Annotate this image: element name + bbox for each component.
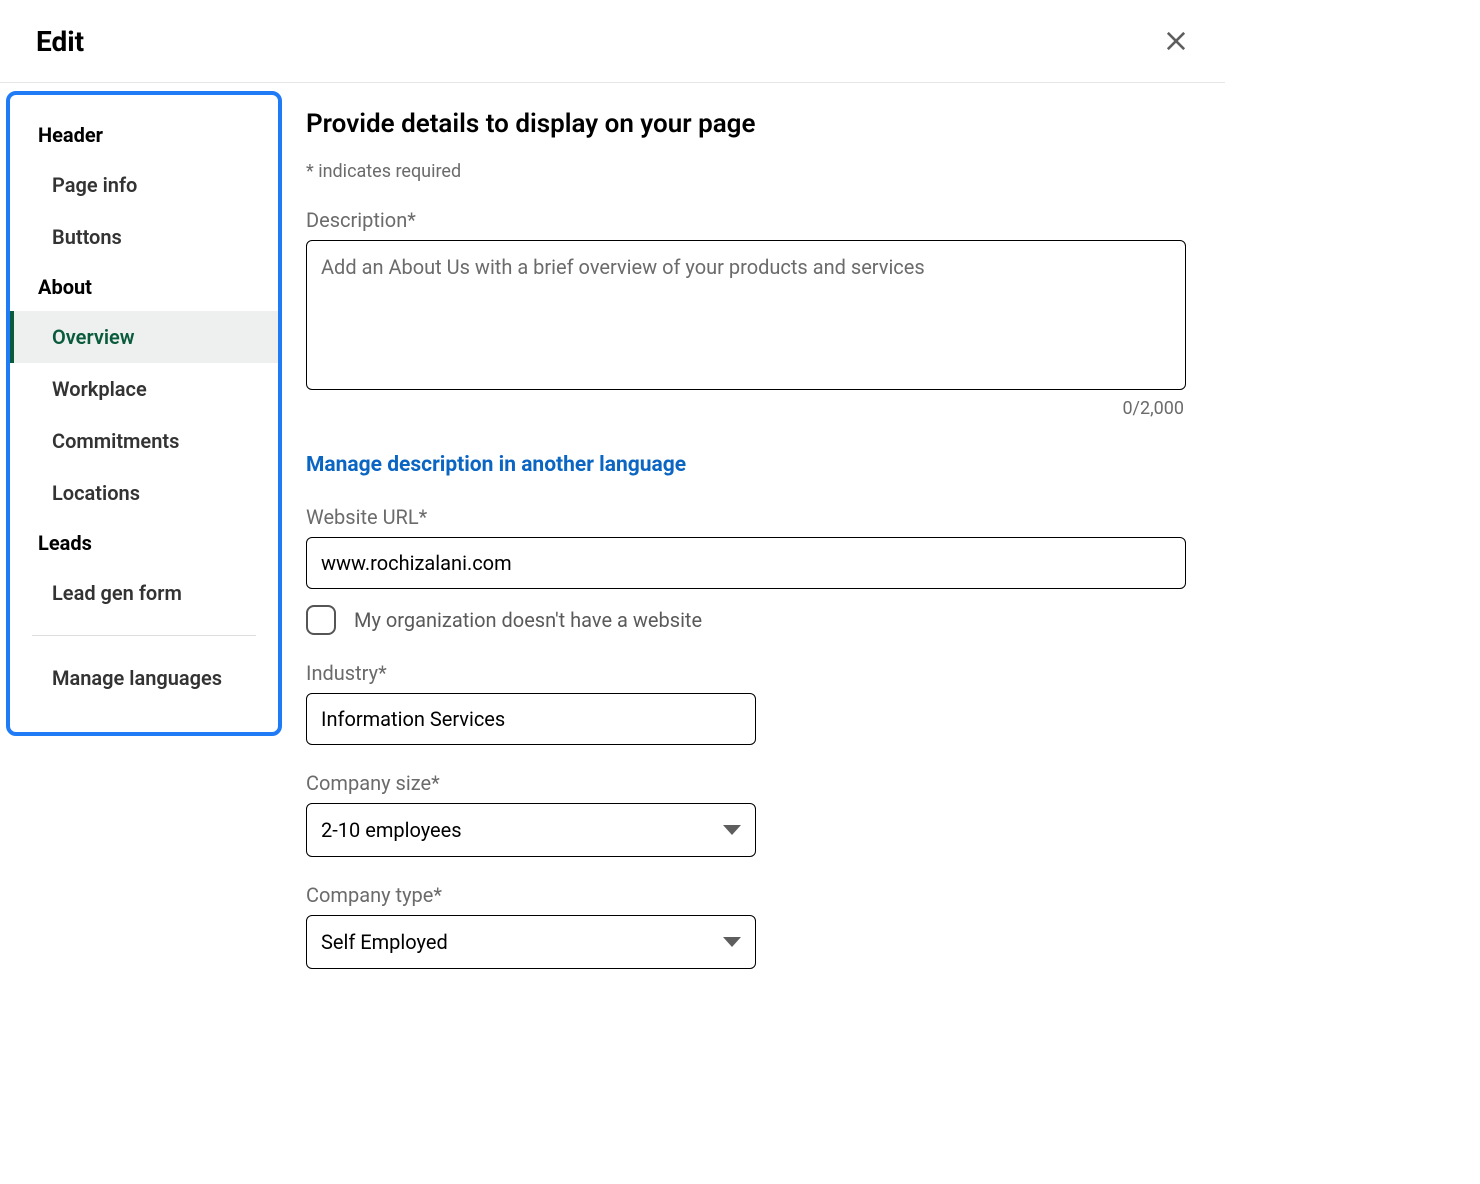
description-textarea[interactable] xyxy=(306,240,1186,390)
industry-input[interactable] xyxy=(306,693,756,745)
field-company-type: Company type* Self Employed xyxy=(306,883,1186,969)
sidebar-section-about: About xyxy=(10,263,278,311)
dialog-header: Edit xyxy=(0,0,1225,83)
sidebar-item-locations[interactable]: Locations xyxy=(10,467,278,519)
form-main: Provide details to display on your page … xyxy=(282,83,1202,969)
company-size-value: 2-10 employees xyxy=(321,818,462,842)
company-size-label: Company size* xyxy=(306,771,1186,795)
chevron-down-icon xyxy=(723,937,741,947)
close-icon xyxy=(1162,27,1190,55)
sidebar-section-header: Header xyxy=(10,111,278,159)
description-label: Description* xyxy=(306,208,1186,232)
description-counter: 0/2,000 xyxy=(306,394,1186,427)
sidebar-item-commitments[interactable]: Commitments xyxy=(10,415,278,467)
sidebar-item-workplace[interactable]: Workplace xyxy=(10,363,278,415)
sidebar-item-overview[interactable]: Overview xyxy=(10,311,278,363)
sidebar: Header Page info Buttons About Overview … xyxy=(6,91,282,736)
page-heading: Provide details to display on your page xyxy=(306,109,1186,139)
website-input[interactable] xyxy=(306,537,1186,589)
sidebar-item-lead-gen-form[interactable]: Lead gen form xyxy=(10,567,278,619)
no-website-label: My organization doesn't have a website xyxy=(354,608,702,632)
close-button[interactable] xyxy=(1159,24,1193,58)
company-type-select[interactable]: Self Employed xyxy=(306,915,756,969)
sidebar-item-buttons[interactable]: Buttons xyxy=(10,211,278,263)
sidebar-item-page-info[interactable]: Page info xyxy=(10,159,278,211)
sidebar-divider xyxy=(32,635,256,636)
no-website-checkbox[interactable] xyxy=(306,605,336,635)
field-website: Website URL* My organization doesn't hav… xyxy=(306,505,1186,635)
field-industry: Industry* xyxy=(306,661,1186,745)
company-size-select[interactable]: 2-10 employees xyxy=(306,803,756,857)
sidebar-section-leads: Leads xyxy=(10,519,278,567)
sidebar-item-manage-languages[interactable]: Manage languages xyxy=(10,652,278,704)
no-website-row: My organization doesn't have a website xyxy=(306,605,1186,635)
field-description: Description* 0/2,000 xyxy=(306,208,1186,427)
field-company-size: Company size* 2-10 employees xyxy=(306,771,1186,857)
dialog-body: Header Page info Buttons About Overview … xyxy=(0,83,1225,969)
manage-description-language-link[interactable]: Manage description in another language xyxy=(306,453,1186,477)
company-type-value: Self Employed xyxy=(321,930,448,954)
required-note: * indicates required xyxy=(306,161,1186,182)
chevron-down-icon xyxy=(723,825,741,835)
company-type-label: Company type* xyxy=(306,883,1186,907)
website-label: Website URL* xyxy=(306,505,1186,529)
dialog-title: Edit xyxy=(36,25,84,58)
industry-label: Industry* xyxy=(306,661,1186,685)
